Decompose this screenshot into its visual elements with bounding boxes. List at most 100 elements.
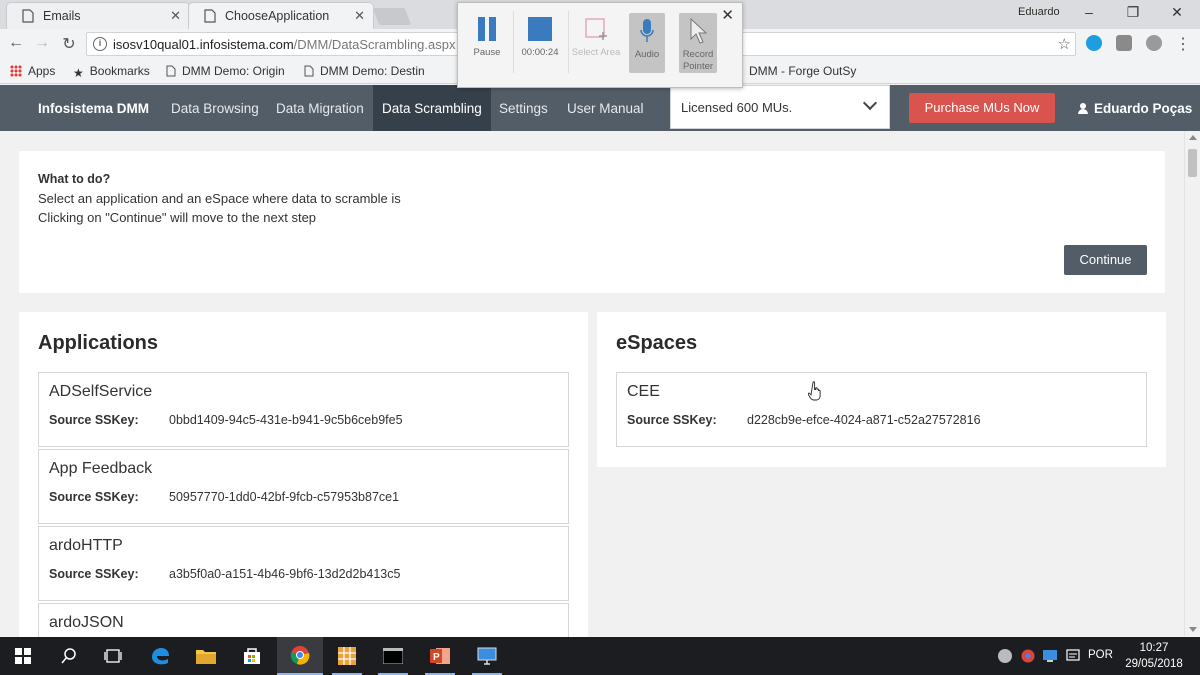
- close-icon[interactable]: ✕: [354, 8, 365, 24]
- menu-icon[interactable]: ⋮: [1172, 34, 1194, 54]
- profile-name[interactable]: Eduardo: [1018, 6, 1060, 18]
- taskbar-app[interactable]: [324, 637, 370, 675]
- start-button[interactable]: [0, 637, 46, 675]
- purchase-mus-button[interactable]: Purchase MUs Now: [909, 93, 1055, 123]
- folder-icon: [196, 650, 216, 664]
- bookmark-star-icon[interactable]: ☆: [1058, 35, 1071, 53]
- extension-icon[interactable]: [1116, 35, 1132, 51]
- taskbar-chrome[interactable]: [277, 637, 323, 675]
- user-icon: [1078, 103, 1088, 114]
- source-sskey-value: 50957770-1dd0-42bf-9fcb-c57953b87ce1: [169, 490, 400, 504]
- espaces-panel: eSpaces CEE Source SSKey: d228cb9e-efce-…: [597, 312, 1166, 467]
- back-icon[interactable]: ←: [5, 34, 27, 52]
- powerpoint-icon: P: [430, 648, 450, 664]
- network-icon[interactable]: [1043, 649, 1057, 663]
- taskbar-edge[interactable]: [137, 637, 183, 675]
- apps-grid-icon: [10, 65, 22, 77]
- tab-emails[interactable]: Emails ✕: [6, 2, 190, 29]
- select-area-button[interactable]: Select Area: [571, 11, 621, 59]
- application-name: App Feedback: [49, 460, 153, 477]
- instructions-line-1: Select an application and an eSpace wher…: [38, 191, 401, 206]
- windows-logo-icon: [15, 648, 31, 664]
- terminal-icon: [383, 648, 403, 664]
- pause-button[interactable]: Pause: [462, 11, 512, 58]
- window-close-icon[interactable]: ✕: [1162, 4, 1192, 21]
- nav-data-scrambling[interactable]: Data Scrambling: [373, 85, 491, 131]
- close-icon[interactable]: ✕: [721, 6, 734, 24]
- application-card[interactable]: App Feedback Source SSKey: 50957770-1dd0…: [38, 449, 569, 524]
- maximize-icon[interactable]: ❐: [1118, 4, 1148, 21]
- close-icon[interactable]: ✕: [170, 8, 181, 24]
- chevron-down-icon: [862, 95, 878, 111]
- nav-data-browsing[interactable]: Data Browsing: [171, 101, 259, 116]
- edge-icon: [152, 648, 169, 665]
- source-sskey-label: Source SSKey:: [627, 413, 717, 427]
- espace-card[interactable]: CEE Source SSKey: d228cb9e-efce-4024-a87…: [616, 372, 1147, 447]
- application-name: ardoHTTP: [49, 537, 123, 554]
- pause-icon: [478, 17, 496, 41]
- page-scrollbar[interactable]: [1184, 131, 1200, 636]
- scrollbar-thumb[interactable]: [1188, 149, 1197, 177]
- bookmark-dmm-forge[interactable]: DMM - Forge OutSy: [749, 64, 856, 78]
- skype-icon[interactable]: [1086, 35, 1102, 51]
- info-icon[interactable]: i: [93, 37, 107, 51]
- license-select-value: Licensed 600 MUs.: [681, 100, 793, 115]
- forward-icon[interactable]: →: [31, 34, 53, 52]
- source-sskey-label: Source SSKey:: [49, 413, 139, 427]
- stop-button[interactable]: 00:00:24: [515, 11, 565, 58]
- store-icon: [244, 648, 260, 664]
- tab-choose-application[interactable]: ChooseApplication ✕: [188, 2, 374, 29]
- svg-text:P: P: [433, 652, 440, 663]
- divider: [568, 11, 569, 73]
- taskbar-store[interactable]: [229, 637, 275, 675]
- instructions-panel: What to do? Select an application and an…: [19, 151, 1165, 293]
- record-pointer-button[interactable]: Record Pointer: [679, 13, 717, 73]
- scroll-down-icon[interactable]: [1189, 627, 1197, 632]
- bookmark-bookmarks[interactable]: ★ Bookmarks: [73, 64, 150, 80]
- tab-title: Emails: [43, 9, 81, 23]
- bookmark-apps[interactable]: Apps: [10, 64, 55, 78]
- taskbar-remote-desktop[interactable]: [464, 637, 510, 675]
- application-card[interactable]: ardoHTTP Source SSKey: a3b5f0a0-a151-4b4…: [38, 526, 569, 601]
- chrome-icon: [290, 646, 310, 665]
- tray-app-icon[interactable]: [998, 649, 1012, 663]
- application-card[interactable]: ADSelfService Source SSKey: 0bbd1409-94c…: [38, 372, 569, 447]
- extension-icon[interactable]: [1146, 35, 1162, 51]
- taskbar-file-explorer[interactable]: [183, 637, 229, 675]
- audio-button[interactable]: Audio: [629, 13, 665, 73]
- applications-panel: Applications ADSelfService Source SSKey:…: [19, 312, 588, 642]
- user-menu[interactable]: Eduardo Poças: [1078, 101, 1192, 116]
- nav-settings[interactable]: Settings: [499, 101, 548, 116]
- scroll-up-icon[interactable]: [1189, 135, 1197, 140]
- nav-data-migration[interactable]: Data Migration: [276, 101, 364, 116]
- bookmark-dmm-origin[interactable]: DMM Demo: Origin: [166, 64, 285, 78]
- taskbar-powerpoint[interactable]: P: [417, 637, 463, 675]
- document-icon: [204, 9, 216, 23]
- instructions-line-2: Clicking on "Continue" will move to the …: [38, 210, 317, 225]
- document-icon: [22, 9, 34, 23]
- nav-user-manual[interactable]: User Manual: [567, 101, 644, 116]
- clock-date: 29/05/2018: [1125, 658, 1183, 670]
- screen-recorder-toolbar: Pause 00:00:24 Select Area Audio Record …: [457, 2, 743, 88]
- chrome-tray-icon[interactable]: [1021, 649, 1035, 663]
- applications-title: Applications: [38, 332, 159, 354]
- task-view-button[interactable]: [90, 637, 136, 675]
- notification-icon[interactable]: [1066, 649, 1080, 663]
- select-area-icon: [585, 18, 607, 40]
- license-select[interactable]: Licensed 600 MUs.: [670, 85, 890, 129]
- bookmark-dmm-destination[interactable]: DMM Demo: Destin: [304, 64, 425, 78]
- system-clock[interactable]: 10:27 29/05/2018: [1124, 640, 1184, 672]
- input-language[interactable]: POR: [1088, 649, 1113, 661]
- star-icon: ★: [73, 66, 84, 80]
- url-text[interactable]: isosv10qual01.infosistema.com/DMM/DataSc…: [113, 37, 455, 52]
- microphone-icon: [640, 19, 654, 42]
- continue-button[interactable]: Continue: [1064, 245, 1147, 275]
- reload-icon[interactable]: ↻: [58, 34, 80, 54]
- search-icon: [61, 648, 76, 664]
- brand-logo-text[interactable]: Infosistema DMM: [38, 101, 149, 116]
- new-tab-button[interactable]: [372, 8, 412, 25]
- task-view-icon: [104, 649, 122, 663]
- search-button[interactable]: [46, 637, 92, 675]
- minimize-icon[interactable]: –: [1074, 4, 1104, 20]
- taskbar-terminal[interactable]: [370, 637, 416, 675]
